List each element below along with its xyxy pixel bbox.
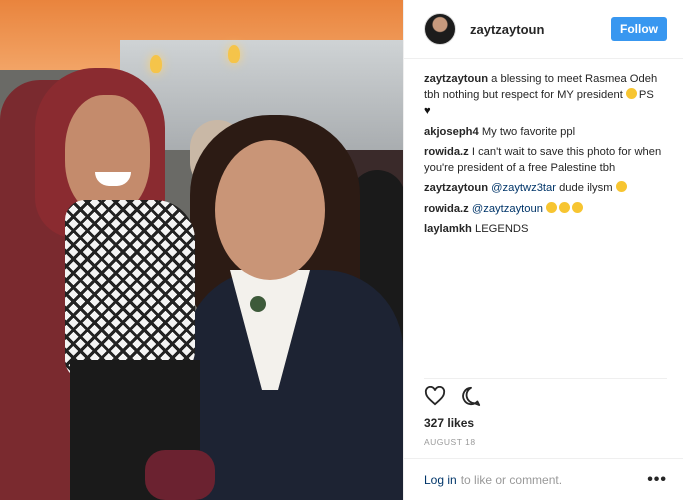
- comment-caption: zaytzaytoun a blessing to meet Rasmea Od…: [424, 71, 667, 120]
- comment-username[interactable]: zaytzaytoun: [424, 73, 488, 85]
- comment-mention[interactable]: @zaytwz3tar: [491, 182, 556, 194]
- login-link[interactable]: Log in: [424, 473, 457, 487]
- comment: zaytzaytoun @zaytwz3tar dude ilysm: [424, 180, 667, 196]
- comment-username[interactable]: rowida.z: [424, 146, 469, 158]
- photo-arm: [145, 450, 215, 500]
- comment: rowida.z @zaytzaytoun: [424, 201, 667, 217]
- comment-icon[interactable]: [460, 386, 482, 406]
- post-header: zaytzaytoun Follow: [404, 0, 683, 59]
- post-date: AUGUST 18: [424, 437, 476, 447]
- photo-lamp: [228, 45, 240, 63]
- photo-keffiyeh: [65, 200, 195, 380]
- heart-emoji-icon: ♥: [424, 105, 431, 118]
- comment-text: My two favorite ppl: [481, 125, 576, 138]
- comment-text: LEGENDS: [475, 222, 529, 235]
- fist-emoji-icon: [625, 88, 637, 100]
- comment-username[interactable]: rowida.z: [424, 203, 469, 215]
- photo-woman-necklace: [250, 296, 266, 312]
- photo-lamp: [150, 55, 162, 73]
- comment: akjoseph4 My two favorite ppl: [424, 124, 667, 140]
- likes-count[interactable]: 327 likes: [424, 416, 474, 430]
- comment-list: zaytzaytoun a blessing to meet Rasmea Od…: [404, 59, 683, 237]
- comment-username[interactable]: zaytzaytoun: [424, 182, 488, 194]
- comment: laylamkh LEGENDS: [424, 221, 667, 237]
- comment-username[interactable]: laylamkh: [424, 223, 472, 235]
- comment-text: dude ilysm: [559, 182, 613, 195]
- post-photo[interactable]: [0, 0, 403, 500]
- instagram-post: zaytzaytoun Follow zaytzaytoun a blessin…: [0, 0, 683, 500]
- tongue-emoji-icon: [546, 201, 558, 213]
- post-footer: Log in to like or comment. •••: [404, 458, 683, 500]
- photo-woman-face: [65, 95, 150, 215]
- avatar[interactable]: [424, 13, 456, 45]
- comment-username[interactable]: akjoseph4: [424, 126, 479, 138]
- tongue-emoji-icon: [559, 201, 571, 213]
- follow-button[interactable]: Follow: [611, 17, 667, 41]
- crying-laughing-emoji-icon: [615, 181, 627, 193]
- footer-text: to like or comment.: [460, 472, 563, 487]
- tongue-emoji-icon: [572, 201, 584, 213]
- comment-mention[interactable]: @zaytzaytoun: [472, 203, 543, 215]
- divider: [424, 378, 667, 379]
- action-bar: [424, 386, 482, 406]
- more-options-icon[interactable]: •••: [647, 471, 667, 489]
- post-username[interactable]: zaytzaytoun: [470, 22, 544, 37]
- comment-text: PS: [638, 89, 654, 102]
- comment: rowida.z I can't wait to save this photo…: [424, 144, 667, 176]
- post-sidebar: zaytzaytoun Follow zaytzaytoun a blessin…: [403, 0, 683, 500]
- photo-woman-face: [215, 140, 325, 280]
- heart-icon[interactable]: [424, 386, 446, 406]
